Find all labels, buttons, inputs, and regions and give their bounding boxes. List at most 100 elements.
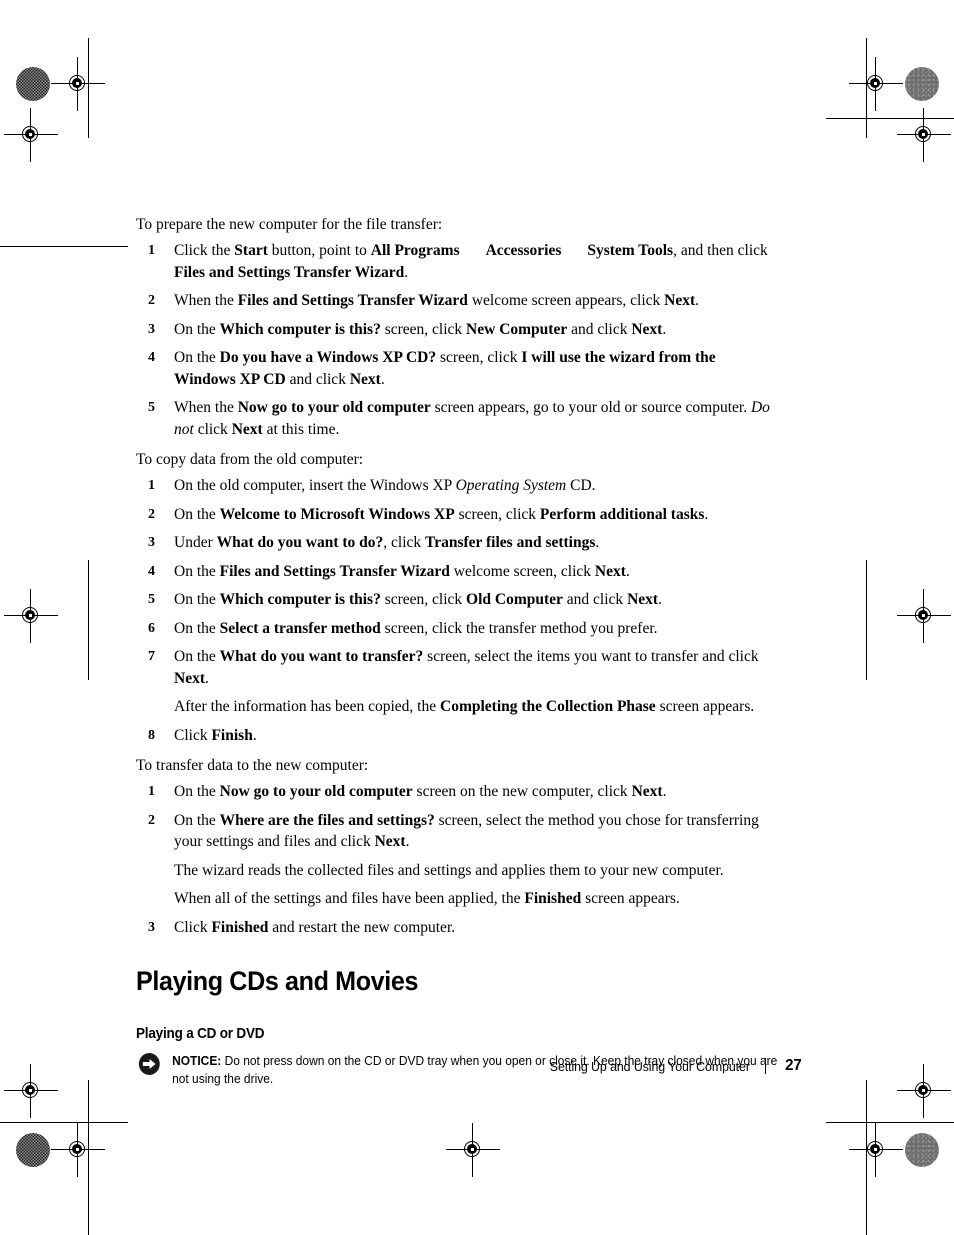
- numbered-step: 3 Click Finished and restart the new comp…: [136, 917, 776, 939]
- body-text: When all of the settings and files have …: [174, 890, 525, 907]
- step-number: 1: [148, 243, 155, 258]
- step-text: Under What do you want to do?, click Tra…: [174, 532, 776, 554]
- body-text: button, point to: [267, 242, 371, 259]
- step-number: 3: [148, 321, 155, 337]
- intro-prepare: To prepare the new computer for the file…: [136, 216, 443, 233]
- numbered-step: 2 On the Welcome to Microsoft Windows XP …: [136, 504, 776, 526]
- body-text: On the: [174, 591, 220, 608]
- numbered-step: 2 On the Where are the files and settings…: [136, 810, 776, 910]
- numbered-step: 2 When the Files and Settings Transfer Wi…: [136, 290, 776, 312]
- trim-line-bottom-left-vertical-upper: [88, 1080, 89, 1140]
- body-text: click: [193, 420, 232, 438]
- step-text: On the Now go to your old computer scree…: [174, 781, 776, 803]
- step-followup-text: The wizard reads the collected files and…: [174, 860, 776, 882]
- step-text: On the Which computer is this? screen, c…: [174, 589, 776, 611]
- step-number: 8: [148, 727, 155, 743]
- ui-term: Next: [664, 292, 696, 309]
- ui-term: Files and Settings Transfer Wizard: [237, 292, 468, 309]
- body-text: and click: [285, 370, 350, 388]
- numbered-step: 6 On the Select a transfer method screen,…: [136, 618, 776, 640]
- step-text: On the Files and Settings Transfer Wizar…: [174, 561, 776, 583]
- step-text: Click the Start button, point to All Pro…: [174, 240, 776, 283]
- ui-term: Start: [234, 242, 268, 259]
- trim-line-right-middle-vertical: [866, 560, 867, 680]
- footer-separator: [765, 1058, 766, 1074]
- ui-term: Welcome to Microsoft Windows XP: [219, 505, 455, 523]
- body-text: .: [252, 726, 257, 744]
- trim-line-left-top-horizontal: [0, 246, 128, 247]
- ui-term: Perform additional tasks: [539, 505, 705, 523]
- ui-term: Old Computer: [466, 591, 563, 608]
- step-text: On the Select a transfer method screen, …: [174, 618, 776, 640]
- body-text: screen, click: [380, 320, 467, 338]
- trim-line-right-bottom-horizontal: [826, 1122, 954, 1123]
- body-text: .: [662, 320, 667, 338]
- step-number: 6: [148, 620, 155, 636]
- numbered-step: 5 When the Now go to your old computer sc…: [136, 397, 776, 440]
- body-text: On the old computer, insert the Windows …: [174, 477, 456, 494]
- emphasis-term: Operating System: [455, 477, 567, 494]
- step-number: 5: [148, 592, 155, 607]
- ui-term: What do you want to do?: [216, 534, 384, 551]
- body-text: Under: [174, 534, 217, 551]
- ui-term: Now go to your old computer: [219, 783, 413, 800]
- body-text: and click: [567, 320, 632, 338]
- registration-target-left-lower: [4, 1064, 58, 1118]
- step-text: Click Finished and restart the new compu…: [174, 917, 776, 939]
- ui-term: System Tools: [587, 242, 674, 259]
- registration-target-top-left: [51, 57, 105, 111]
- footer-title: Setting Up and Using Your Computer: [549, 1059, 750, 1074]
- body-text: On the: [174, 320, 220, 338]
- body-text: .: [595, 534, 600, 551]
- numbered-step: 1 On the old computer, insert the Windows…: [136, 475, 776, 497]
- numbered-step: 1 On the Now go to your old computer scre…: [136, 781, 776, 803]
- ui-term: Next: [349, 370, 381, 388]
- body-text: .: [695, 292, 700, 309]
- halftone-dot-top-left: [16, 67, 50, 101]
- body-text: Click: [174, 726, 212, 744]
- step-number: 1: [148, 784, 155, 799]
- ui-term: Next: [374, 833, 406, 850]
- body-text: screen appears, go to your old or source…: [430, 399, 751, 416]
- body-text: .: [404, 263, 409, 281]
- step-number: 3: [148, 535, 155, 550]
- step-number: 2: [148, 812, 155, 828]
- step-number: 3: [148, 919, 155, 935]
- registration-target-left-middle: [4, 589, 58, 643]
- body-text: .: [625, 562, 630, 580]
- registration-target-left-upper: [4, 108, 58, 162]
- ui-term: Which computer is this?: [219, 320, 381, 338]
- step-followup-text: After the information has been copied, t…: [174, 696, 776, 718]
- body-text: When the: [174, 292, 238, 309]
- ui-term: Completing the Collection Phase: [440, 698, 656, 715]
- body-text: CD.: [566, 477, 596, 494]
- page-content: To prepare the new computer for the file…: [136, 214, 777, 1088]
- ui-term: Next: [174, 669, 205, 687]
- ui-term: Next: [231, 420, 263, 438]
- step-number: 5: [148, 400, 155, 415]
- body-text: On the: [174, 811, 220, 829]
- ui-term: Accessories: [485, 242, 562, 259]
- ui-term: Do you have a Windows XP CD?: [219, 349, 437, 366]
- registration-target-right-middle: [897, 589, 951, 643]
- step-text: Click Finish.: [174, 725, 776, 747]
- registration-target-bottom-center: [446, 1123, 500, 1177]
- ui-term: New Computer: [466, 320, 568, 338]
- body-text: screen appears.: [581, 890, 680, 907]
- trim-line-right-top-horizontal: [826, 118, 954, 119]
- subsection-title: Playing a CD or DVD: [136, 1026, 265, 1042]
- ui-term: Next: [627, 591, 659, 608]
- body-text: screen, click the transfer method you pr…: [380, 619, 658, 637]
- ui-term: Files and Settings Transfer Wizard: [219, 562, 450, 580]
- step-text: On the Where are the files and settings?…: [174, 810, 776, 853]
- step-text: On the Which computer is this? screen, c…: [174, 319, 776, 341]
- numbered-step: 1 Click the Start button, point to All Pr…: [136, 240, 776, 283]
- step-text: When the Now go to your old computer scr…: [174, 397, 776, 440]
- body-text: screen, click: [454, 505, 540, 523]
- step-text: On the old computer, insert the Windows …: [174, 475, 776, 497]
- page-title: Playing CDs and Movies: [136, 966, 419, 996]
- step-list-prepare: 1 Click the Start button, point to All Pr…: [136, 240, 776, 440]
- body-text: screen on the new computer, click: [412, 783, 632, 800]
- trim-line-left-middle-vertical: [88, 560, 89, 680]
- registration-target-right-lower: [897, 1064, 951, 1118]
